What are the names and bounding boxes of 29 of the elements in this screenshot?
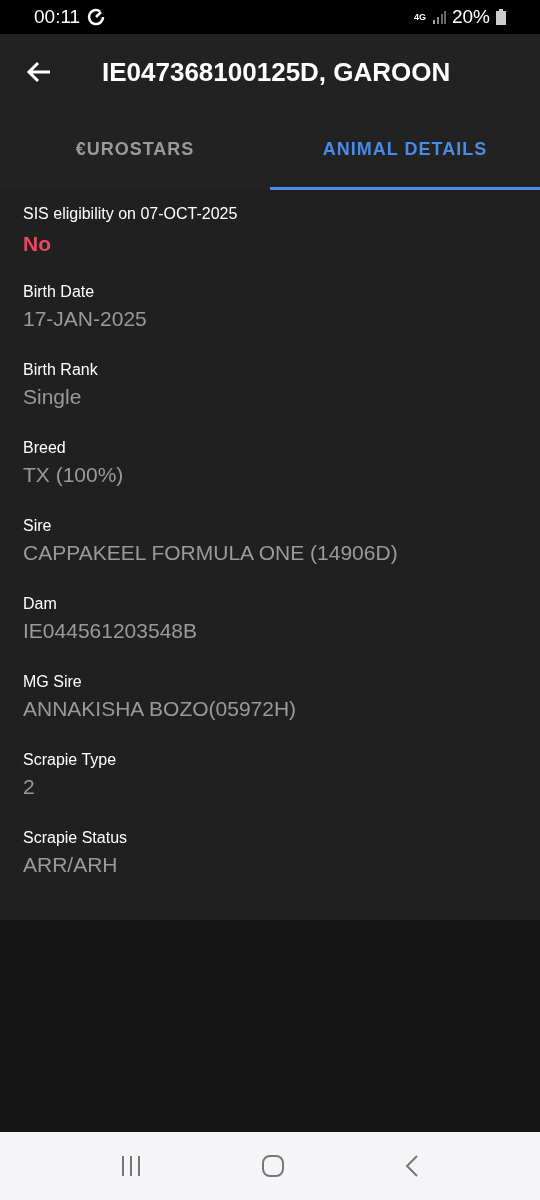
back-icon[interactable]	[404, 1154, 421, 1178]
field-label: Sire	[23, 516, 53, 536]
field-value: 2	[23, 774, 36, 800]
field-value: ANNAKISHA BOZO(05972H)	[23, 696, 298, 722]
field-value: ARR/ARH	[23, 852, 119, 878]
field-value: IE044561203548B	[23, 618, 198, 644]
field-label: SIS eligibility on 07-OCT-2025	[23, 204, 239, 224]
field-label: Scrapie Status	[23, 828, 129, 848]
page-title: IE047368100125D, GAROON	[102, 56, 451, 88]
field-value: CAPPAKEEL FORMULA ONE (14906D)	[23, 540, 399, 566]
field-label: Birth Date	[23, 282, 96, 302]
sync-icon	[86, 7, 107, 27]
recent-apps-icon[interactable]	[119, 1155, 142, 1177]
field-label: Breed	[23, 438, 67, 458]
eligibility-value: No	[23, 231, 52, 257]
field-label: Dam	[23, 594, 58, 614]
field-label: Scrapie Type	[23, 750, 118, 770]
status-time: 00:11	[34, 6, 81, 28]
home-icon[interactable]	[261, 1154, 285, 1178]
tab[interactable]: €UROSTARS	[0, 110, 270, 190]
battery-percent: 20%	[451, 6, 490, 28]
field-value: TX (100%)	[23, 462, 125, 488]
field-value: 17-JAN-2025	[23, 306, 148, 332]
field-label: MG Sire	[23, 672, 83, 692]
field-value: Single	[23, 384, 83, 410]
network-type: 4G	[413, 12, 426, 22]
battery-icon	[496, 9, 506, 25]
signal-icon	[431, 10, 446, 24]
field-label: Birth Rank	[23, 360, 99, 380]
